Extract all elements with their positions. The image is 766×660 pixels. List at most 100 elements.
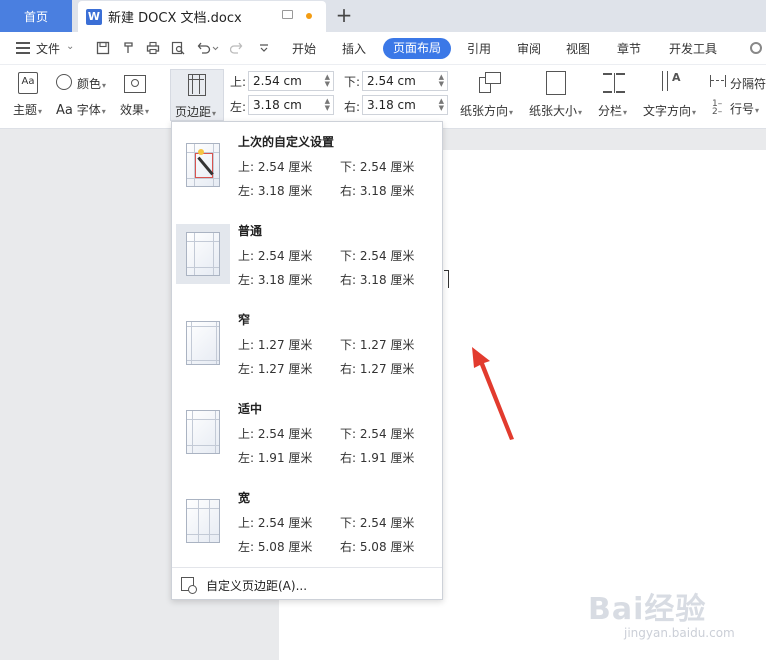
preset-right-value: 右: 3.18 厘米 xyxy=(340,273,415,287)
preset-name: 普通 xyxy=(238,224,263,238)
bottom-margin-label: 下: xyxy=(344,75,361,89)
theme-button[interactable]: 主题▾ xyxy=(13,101,42,118)
baidu-jingyan-watermark: Bai经验 jingyan.baidu.com xyxy=(588,578,758,653)
preset-left-value: 左: 1.27 厘米 xyxy=(238,362,313,376)
customize-quick-access-icon[interactable] xyxy=(257,41,271,55)
preset-top-value: 上: 1.27 厘米 xyxy=(238,338,313,352)
columns-icon xyxy=(603,73,625,93)
text-direction-icon: A xyxy=(660,71,684,95)
preset-thumbnail xyxy=(176,313,230,373)
watermark-url: jingyan.baidu.com xyxy=(624,626,735,640)
columns-button[interactable]: 分栏▾ xyxy=(598,102,627,119)
search-icon[interactable] xyxy=(750,42,762,54)
preset-top-value: 上: 2.54 厘米 xyxy=(238,427,313,441)
orientation-icon xyxy=(477,71,501,95)
margins-label: 页边距 xyxy=(175,105,212,119)
tab-insert[interactable]: 插入 xyxy=(342,40,366,57)
left-margin-label: 左: xyxy=(230,100,247,114)
preset-name: 窄 xyxy=(238,313,251,327)
top-margin-label: 上: xyxy=(230,75,247,89)
preset-bottom-value: 下: 2.54 厘米 xyxy=(340,160,415,174)
menu-bar: 文件 ⌄ 开始 插入 页面布局 引用 审阅 视图 章节 开发工具 xyxy=(0,32,766,65)
effects-button[interactable]: 效果▾ xyxy=(120,101,149,118)
new-tab-button[interactable]: + xyxy=(334,2,354,28)
redo-icon[interactable] xyxy=(230,41,244,55)
print-preview-icon[interactable] xyxy=(171,41,185,55)
preset-right-value: 右: 5.08 厘米 xyxy=(340,540,415,554)
preset-moderate[interactable]: 适中 上: 2.54 厘米 下: 2.54 厘米 左: 1.91 厘米 右: 1… xyxy=(172,389,442,477)
right-margin-label: 右: xyxy=(344,100,361,114)
preset-bottom-value: 下: 2.54 厘米 xyxy=(340,249,415,263)
home-tab[interactable]: 首页 xyxy=(0,0,72,32)
text-cursor-corner xyxy=(444,270,449,288)
document-tab-title: 新建 DOCX 文档.docx xyxy=(108,11,242,26)
preset-name: 宽 xyxy=(238,491,251,505)
undo-icon[interactable] xyxy=(196,41,220,55)
margins-button[interactable]: 页边距▾ xyxy=(170,69,224,121)
tab-developer-tools[interactable]: 开发工具 xyxy=(669,40,717,57)
preset-narrow[interactable]: 窄 上: 1.27 厘米 下: 1.27 厘米 左: 1.27 厘米 右: 1.… xyxy=(172,300,442,388)
preset-bottom-value: 下: 2.54 厘米 xyxy=(340,516,415,530)
chevron-down-icon[interactable]: ⌄ xyxy=(66,41,74,52)
effects-icon xyxy=(124,75,146,93)
preset-bottom-value: 下: 2.54 厘米 xyxy=(340,427,415,441)
preset-last-custom[interactable]: 上次的自定义设置 上: 2.54 厘米 下: 2.54 厘米 左: 3.18 厘… xyxy=(172,122,442,210)
preset-left-value: 左: 1.91 厘米 xyxy=(238,451,313,465)
monitor-icon[interactable] xyxy=(282,10,293,19)
preset-thumbnail xyxy=(176,224,230,284)
tab-references[interactable]: 引用 xyxy=(467,40,491,57)
red-arrow-annotation xyxy=(472,347,514,440)
font-button[interactable]: Aa 字体▾ xyxy=(56,101,106,118)
font-aa-icon: Aa xyxy=(56,103,73,118)
preset-wide[interactable]: 宽 上: 2.54 厘米 下: 2.54 厘米 左: 5.08 厘米 右: 5.… xyxy=(172,478,442,566)
custom-margins-item[interactable]: 自定义页边距(A)... xyxy=(172,570,442,598)
preset-thumbnail xyxy=(176,402,230,462)
watermark-logo-text: Bai经验 xyxy=(588,592,707,627)
preset-left-value: 左: 3.18 厘米 xyxy=(238,273,313,287)
document-tab[interactable]: W 新建 DOCX 文档.docx xyxy=(78,1,326,32)
save-icon[interactable] xyxy=(96,41,110,55)
print-icon[interactable] xyxy=(146,41,160,55)
dropdown-divider xyxy=(172,567,442,568)
palette-icon xyxy=(56,74,72,90)
tab-start[interactable]: 开始 xyxy=(292,40,316,57)
preset-top-value: 上: 2.54 厘米 xyxy=(238,160,313,174)
preset-name: 适中 xyxy=(238,402,263,416)
text-direction-button[interactable]: 文字方向▾ xyxy=(643,102,696,119)
preset-name: 上次的自定义设置 xyxy=(238,135,335,149)
preset-left-value: 左: 3.18 厘米 xyxy=(238,184,313,198)
paper-size-button[interactable]: 纸张大小▾ xyxy=(529,102,582,119)
hamburger-icon[interactable] xyxy=(16,42,30,54)
right-margin-input[interactable]: 3.18 cm ▲ ▼ xyxy=(362,95,448,115)
unsaved-dot-icon xyxy=(306,13,312,19)
wps-writer-icon: W xyxy=(86,8,102,25)
preset-thumbnail xyxy=(176,491,230,551)
custom-margins-label: 自定义页边距(A)... xyxy=(206,579,308,593)
line-number-icon: 1– 2– xyxy=(712,99,723,117)
left-margin-input[interactable]: 3.18 cm ▲ ▼ xyxy=(248,95,334,115)
preset-left-value: 左: 5.08 厘米 xyxy=(238,540,313,554)
ribbon-page-layout: Aa 主题▾ 颜色▾ Aa 字体▾ 效果▾ 页边距▾ 上: 2.54 cm ▲ ▼ … xyxy=(0,65,766,129)
bottom-margin-input[interactable]: 2.54 cm ▲ ▼ xyxy=(362,71,448,91)
preset-top-value: 上: 2.54 厘米 xyxy=(238,516,313,530)
preset-right-value: 右: 3.18 厘米 xyxy=(340,184,415,198)
color-button[interactable]: 颜色▾ xyxy=(77,75,106,92)
preset-normal[interactable]: 普通 上: 2.54 厘米 下: 2.54 厘米 左: 3.18 厘米 右: 3… xyxy=(172,211,442,299)
line-number-button[interactable]: 行号▾ xyxy=(730,100,759,117)
tab-view[interactable]: 视图 xyxy=(566,40,590,57)
tab-page-layout[interactable]: 页面布局 xyxy=(383,38,451,59)
preset-right-value: 右: 1.27 厘米 xyxy=(340,362,415,376)
preset-bottom-value: 下: 1.27 厘米 xyxy=(340,338,415,352)
separator-button[interactable]: 分隔符 xyxy=(730,75,766,92)
preset-thumbnail xyxy=(176,135,230,195)
preset-top-value: 上: 2.54 厘米 xyxy=(238,249,313,263)
top-margin-input[interactable]: 2.54 cm ▲ ▼ xyxy=(248,71,334,91)
orientation-button[interactable]: 纸张方向▾ xyxy=(460,102,513,119)
tab-review[interactable]: 审阅 xyxy=(517,40,541,57)
theme-icon[interactable]: Aa xyxy=(18,72,38,94)
tab-sections[interactable]: 章节 xyxy=(617,40,641,57)
separator-icon xyxy=(710,75,726,87)
format-painter-icon[interactable] xyxy=(122,41,136,55)
file-menu[interactable]: 文件 xyxy=(36,40,60,57)
page-settings-icon xyxy=(181,577,197,594)
